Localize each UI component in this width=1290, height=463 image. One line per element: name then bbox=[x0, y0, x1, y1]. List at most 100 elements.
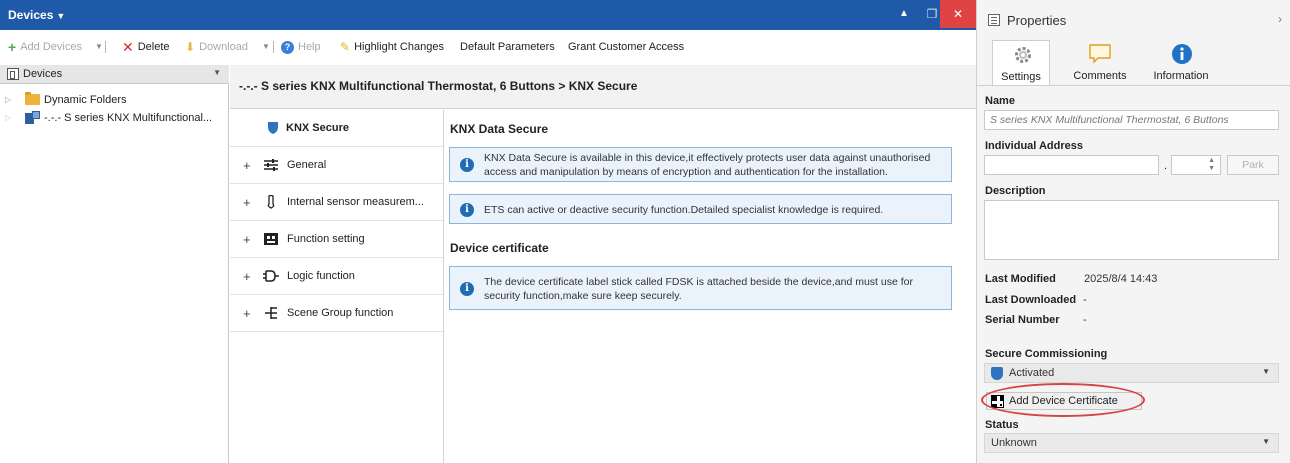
delete-x-icon: ✕ bbox=[122, 39, 134, 56]
expand-plus-icon[interactable]: + bbox=[243, 232, 251, 247]
individual-address-label: Individual Address bbox=[985, 140, 1084, 152]
info-text: KNX Data Secure is available in this dev… bbox=[484, 152, 931, 178]
status-label: Status bbox=[985, 419, 1019, 431]
info-icon: i bbox=[460, 203, 474, 217]
add-devices-button[interactable]: + Add Devices bbox=[8, 39, 82, 55]
properties-panel: Properties › Settings Comments Informati… bbox=[976, 0, 1290, 463]
param-item-label: Internal sensor measurem... bbox=[287, 196, 424, 208]
chevron-down-icon: ▼ bbox=[1262, 437, 1270, 446]
window-title-dropdown[interactable]: Devices ▼ bbox=[8, 8, 65, 22]
add-device-certificate-button[interactable]: Add Device Certificate bbox=[986, 392, 1142, 410]
highlight-changes-button[interactable]: ✎ Highlight Changes bbox=[340, 39, 444, 55]
tree-item-device[interactable]: ▷ -.-.- S series KNX Multifunctional... bbox=[0, 109, 229, 127]
shield-icon bbox=[991, 367, 1003, 380]
tree-item-label: -.-.- S series KNX Multifunctional... bbox=[44, 112, 213, 124]
tab-information[interactable]: Information bbox=[1143, 40, 1219, 86]
param-item-scene-group[interactable]: + Scene Group function bbox=[230, 295, 443, 332]
status-select[interactable]: Unknown ▼ bbox=[984, 433, 1279, 453]
breadcrumb: -.-.- S series KNX Multifunctional Therm… bbox=[230, 65, 976, 109]
param-item-label: Scene Group function bbox=[287, 307, 394, 319]
info-text: ETS can active or deactive security func… bbox=[484, 204, 884, 216]
param-item-label: Logic function bbox=[287, 270, 355, 282]
serial-number-label: Serial Number bbox=[985, 314, 1060, 326]
tab-divider bbox=[977, 85, 1290, 86]
info-text: The device certificate label stick calle… bbox=[484, 276, 913, 302]
section-title: Device certificate bbox=[450, 241, 549, 255]
secure-commissioning-select[interactable]: Activated ▼ bbox=[984, 363, 1279, 383]
window-titlebar: Devices ▼ ▲ ❐ ✕ bbox=[0, 0, 976, 30]
description-textarea[interactable] bbox=[984, 200, 1279, 260]
info-box: i The device certificate label stick cal… bbox=[449, 266, 952, 310]
serial-number-value: - bbox=[1083, 314, 1087, 326]
tab-settings[interactable]: Settings bbox=[992, 40, 1050, 86]
scene-icon bbox=[265, 307, 277, 319]
delete-button[interactable]: ✕ Delete bbox=[122, 39, 170, 55]
parameter-tree: KNX Secure + General + Internal sensor m… bbox=[230, 110, 444, 463]
function-icon bbox=[264, 233, 278, 245]
tab-comments[interactable]: Comments bbox=[1065, 40, 1135, 86]
download-dropdown-icon[interactable]: ▼ bbox=[262, 39, 270, 55]
grant-customer-access-button[interactable]: Grant Customer Access bbox=[568, 39, 684, 55]
param-item-label: Function setting bbox=[287, 233, 365, 245]
chevron-right-icon[interactable]: › bbox=[1278, 12, 1282, 26]
individual-address-input[interactable] bbox=[984, 155, 1159, 175]
expand-plus-icon[interactable]: + bbox=[243, 158, 251, 173]
toolbar-separator bbox=[273, 41, 274, 53]
download-button[interactable]: ⬇ Download bbox=[185, 39, 248, 55]
address-stepper[interactable]: ▲ ▼ bbox=[1171, 155, 1221, 175]
expand-plus-icon[interactable]: + bbox=[243, 306, 251, 321]
expand-arrow-icon[interactable]: ▷ bbox=[5, 113, 11, 122]
sliders-icon bbox=[264, 159, 278, 171]
stepper-arrows-icon[interactable]: ▲ ▼ bbox=[1208, 157, 1215, 173]
last-downloaded-value: - bbox=[1083, 294, 1087, 306]
download-icon: ⬇ bbox=[185, 40, 196, 55]
last-modified-value: 2025/8/4 14:43 bbox=[1084, 273, 1158, 285]
info-icon: i bbox=[460, 158, 474, 172]
devices-window: Devices ▼ ▲ ❐ ✕ + Add Devices ▼ ✕ Delete ⬇ D… bbox=[0, 0, 976, 463]
highlighter-icon: ✎ bbox=[340, 40, 351, 55]
properties-header: Properties › bbox=[977, 0, 1290, 38]
address-dot: . bbox=[1164, 160, 1168, 172]
param-item-general[interactable]: + General bbox=[230, 147, 443, 184]
last-downloaded-label: Last Downloaded bbox=[985, 294, 1077, 306]
description-label: Description bbox=[985, 185, 1046, 197]
plus-icon: + bbox=[8, 39, 17, 56]
add-devices-dropdown-icon[interactable]: ▼ bbox=[95, 39, 103, 55]
tree-item-label: Dynamic Folders bbox=[44, 94, 127, 106]
logic-icon bbox=[263, 270, 279, 282]
param-item-label: General bbox=[287, 159, 327, 171]
chevron-down-icon[interactable]: ▼ bbox=[213, 68, 221, 77]
name-label: Name bbox=[985, 95, 1015, 107]
parameter-detail-pane: KNX Data Secure i KNX Data Secure is ava… bbox=[445, 110, 976, 463]
info-icon: i bbox=[460, 282, 474, 296]
gear-icon bbox=[1015, 47, 1031, 63]
comment-icon bbox=[1089, 44, 1111, 64]
device-tree-panel: Devices ▼ ▷ Dynamic Folders ▷ -.-.- S se… bbox=[0, 65, 229, 463]
param-item-internal-sensor[interactable]: + Internal sensor measurem... bbox=[230, 184, 443, 221]
param-item-label: KNX Secure bbox=[286, 122, 349, 134]
secure-commissioning-label: Secure Commissioning bbox=[985, 348, 1108, 360]
help-button[interactable]: ? Help bbox=[281, 39, 321, 55]
param-item-function-setting[interactable]: + Function setting bbox=[230, 221, 443, 258]
device-tree-header[interactable]: Devices ▼ bbox=[0, 65, 229, 84]
qr-code-icon bbox=[991, 395, 1004, 408]
info-box: i KNX Data Secure is available in this d… bbox=[449, 147, 952, 182]
device-tree-title: Devices bbox=[23, 68, 63, 80]
park-button[interactable]: Park bbox=[1227, 155, 1279, 175]
window-title: Devices bbox=[8, 8, 54, 22]
folder-icon bbox=[25, 92, 40, 105]
default-parameters-button[interactable]: Default Parameters bbox=[460, 39, 555, 55]
chevron-down-icon: ▼ bbox=[56, 11, 66, 21]
device-parameters-area: -.-.- S series KNX Multifunctional Therm… bbox=[230, 65, 976, 463]
chevron-down-icon: ▼ bbox=[1262, 367, 1270, 376]
expand-plus-icon[interactable]: + bbox=[243, 195, 251, 210]
expand-plus-icon[interactable]: + bbox=[243, 269, 251, 284]
name-field[interactable]: S series KNX Multifunctional Thermostat,… bbox=[984, 110, 1279, 130]
section-title: KNX Data Secure bbox=[450, 122, 549, 136]
tree-item-dynamic-folders[interactable]: ▷ Dynamic Folders bbox=[0, 91, 229, 109]
param-item-logic-function[interactable]: + Logic function bbox=[230, 258, 443, 295]
expand-arrow-icon[interactable]: ▷ bbox=[5, 95, 11, 104]
toolbar-separator bbox=[105, 41, 106, 53]
close-window-button[interactable]: ✕ bbox=[940, 0, 976, 28]
param-item-knx-secure[interactable]: KNX Secure bbox=[230, 110, 443, 147]
